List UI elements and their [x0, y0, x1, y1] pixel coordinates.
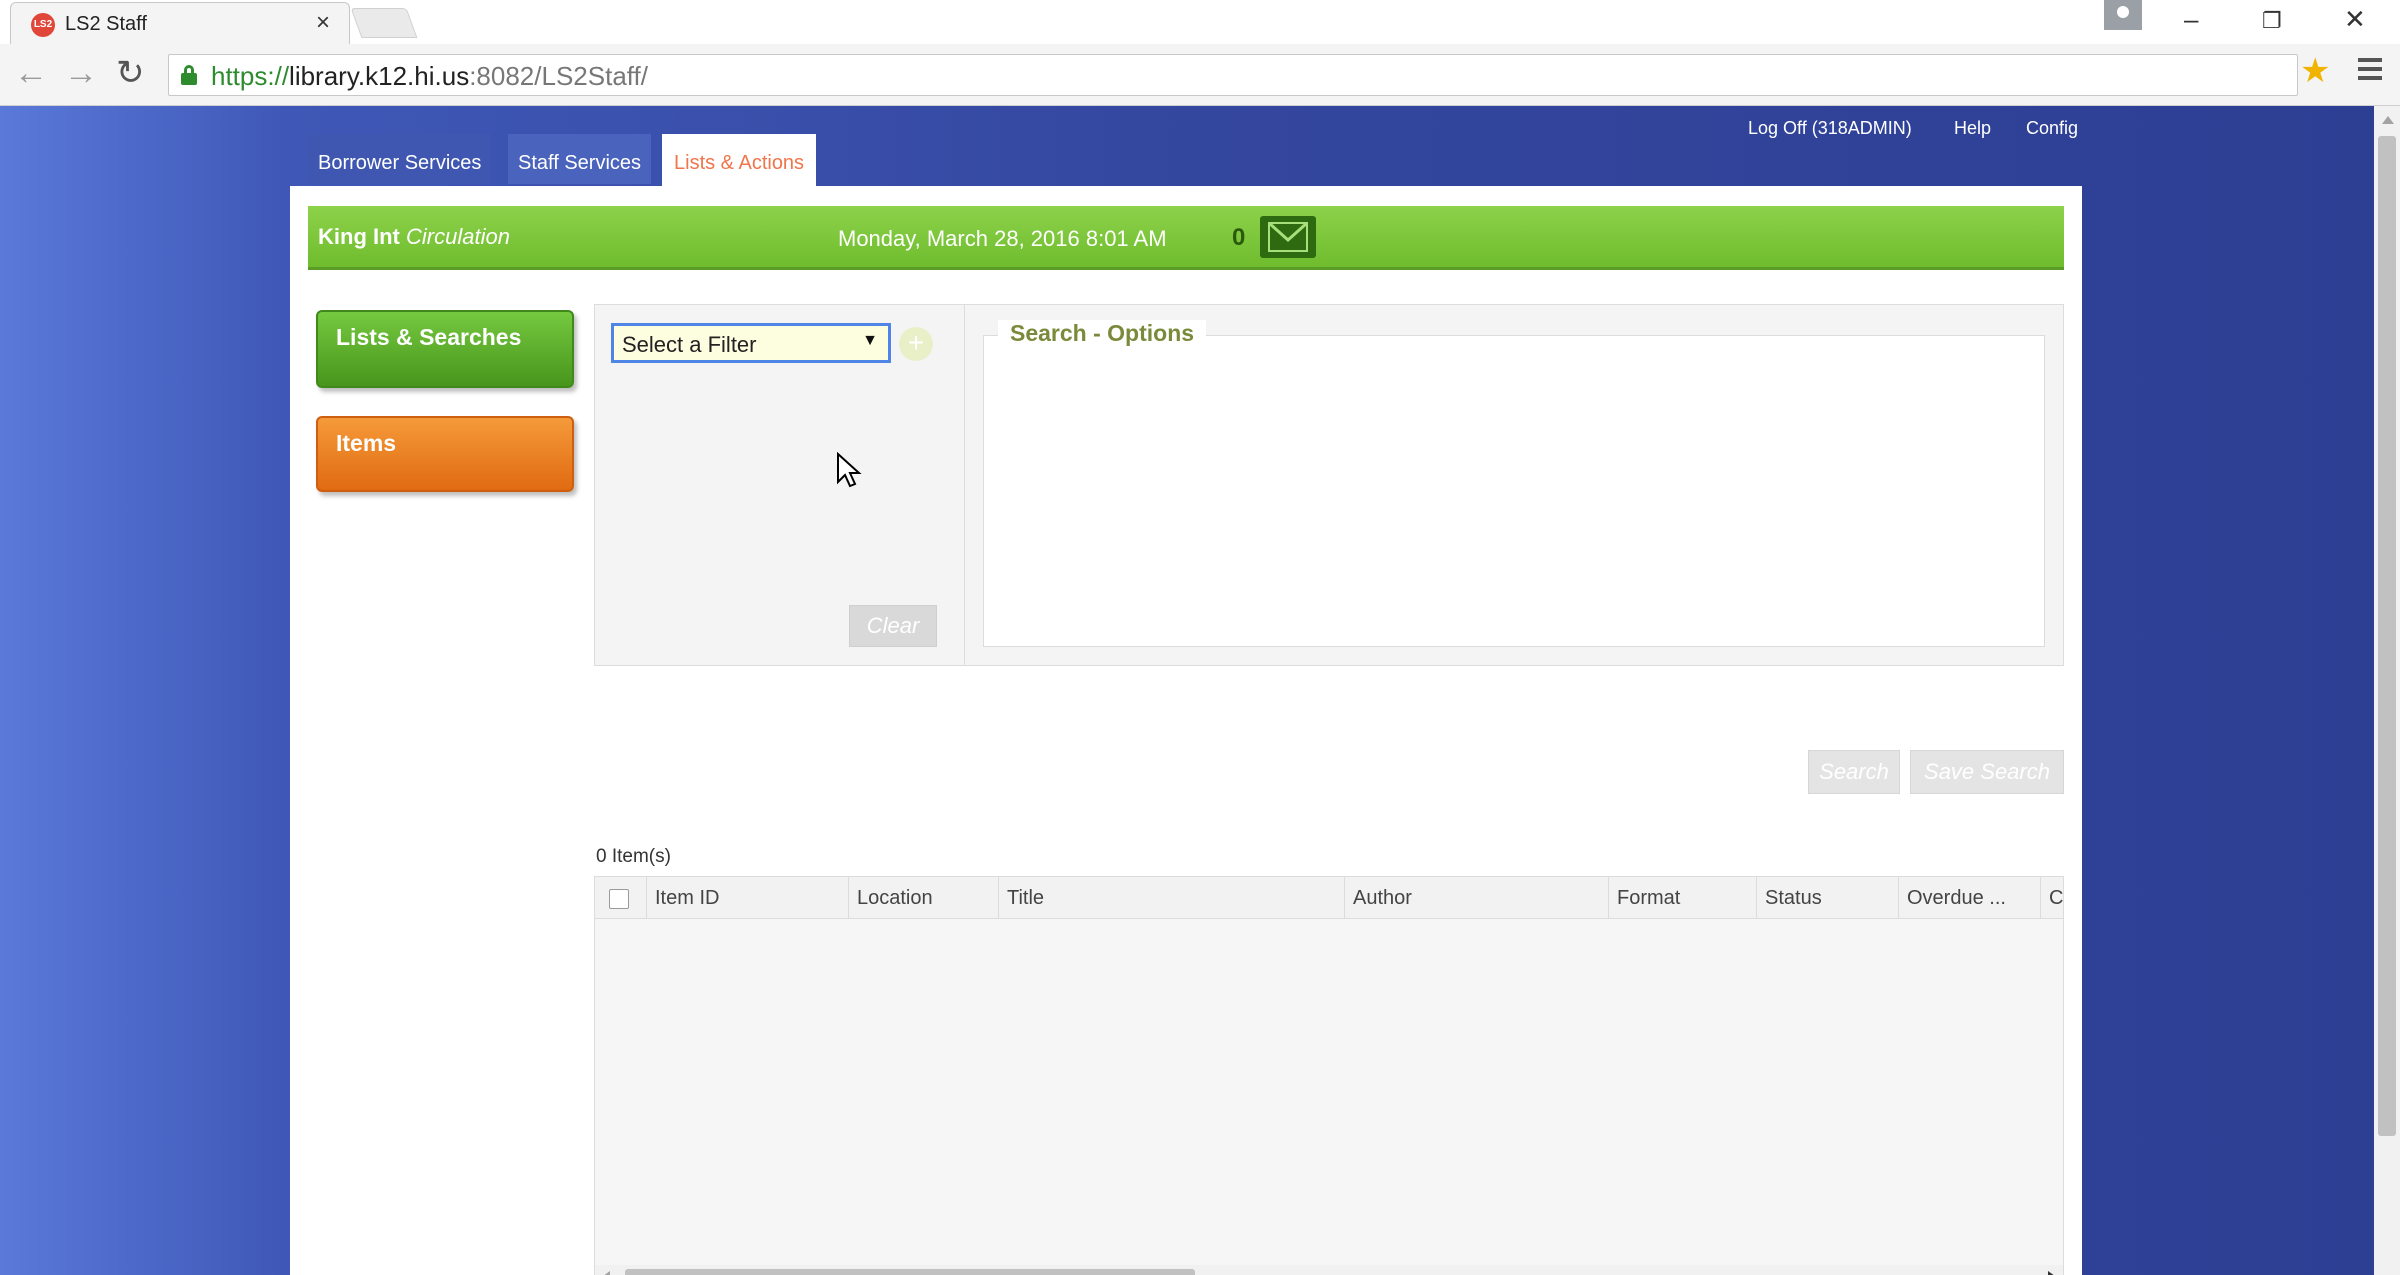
filter-column: Select a Filter ▼ + Clear: [595, 305, 965, 665]
scroll-right-icon[interactable]: [2048, 1271, 2055, 1275]
logoff-link[interactable]: Log Off (318ADMIN): [1748, 118, 1912, 139]
search-options-title: Search - Options: [998, 320, 1207, 347]
message-count: 0: [1232, 224, 1246, 251]
branch-label: King Int Circulation: [318, 224, 510, 250]
browser-tab[interactable]: LS2 LS2 Staff ×: [10, 2, 350, 44]
forward-icon[interactable]: →: [64, 56, 98, 90]
clear-button[interactable]: Clear: [849, 605, 937, 647]
status-bar: King Int Circulation Monday, March 28, 2…: [308, 206, 2064, 270]
tab-borrower-services[interactable]: Borrower Services: [308, 134, 492, 184]
item-count: 0 Item(s): [596, 846, 671, 867]
config-link[interactable]: Config: [2026, 118, 2078, 139]
page-viewport: Log Off (318ADMIN) Help Config Borrower …: [0, 106, 2374, 1275]
close-tab-icon[interactable]: ×: [316, 9, 330, 37]
module-name: Circulation: [406, 224, 510, 249]
scroll-up-icon[interactable]: [2382, 116, 2394, 124]
vertical-scroll-thumb[interactable]: [2378, 136, 2396, 1136]
url-scheme: https://: [211, 61, 290, 91]
vertical-scrollbar[interactable]: [2374, 106, 2400, 1275]
search-button[interactable]: Search: [1808, 750, 1900, 794]
lock-icon: [181, 65, 197, 85]
tab-staff-services[interactable]: Staff Services: [508, 134, 652, 184]
reload-icon[interactable]: ↻: [116, 56, 145, 90]
horizontal-scroll-thumb[interactable]: [625, 1269, 1195, 1275]
column-header-title[interactable]: Title: [999, 877, 1345, 919]
star-icon[interactable]: ★: [2300, 54, 2330, 88]
url-path: :8082/LS2Staff/: [469, 61, 648, 91]
dropdown-caret-icon: ▼: [862, 332, 878, 349]
minimize-icon[interactable]: –: [2184, 4, 2198, 35]
filter-select-value: Select a Filter: [622, 332, 757, 357]
items-button[interactable]: Items: [316, 416, 574, 492]
favicon-icon: LS2: [31, 13, 55, 37]
column-header-overdue[interactable]: Overdue ...: [1899, 877, 2041, 919]
browser-tab-bar: LS2 LS2 Staff × – ❐ ✕: [0, 0, 2400, 44]
scroll-left-icon[interactable]: [603, 1271, 610, 1275]
select-all-checkbox[interactable]: [609, 889, 629, 909]
back-icon[interactable]: ←: [14, 56, 48, 90]
search-options-box: Search - Options: [983, 320, 2045, 647]
column-header-format[interactable]: Format: [1609, 877, 1757, 919]
browser-toolbar: ← → ↻ https://library.k12.hi.us:8082/LS2…: [0, 44, 2400, 106]
browser-tab-title: LS2 Staff: [65, 13, 147, 35]
branch-name: King Int: [318, 224, 400, 249]
new-tab-button[interactable]: [350, 8, 418, 38]
profile-icon[interactable]: [2104, 0, 2142, 30]
url-text: https://library.k12.hi.us:8082/LS2Staff/: [211, 61, 648, 92]
content-panel: King Int Circulation Monday, March 28, 2…: [290, 186, 2082, 1275]
date-time: Monday, March 28, 2016 8:01 AM: [838, 226, 1167, 251]
column-header-item-id[interactable]: Item ID: [647, 877, 849, 919]
envelope-icon[interactable]: [1260, 216, 1316, 258]
plus-circle-icon[interactable]: +: [899, 327, 933, 361]
column-header-truncated[interactable]: C: [2041, 877, 2063, 919]
help-link[interactable]: Help: [1954, 118, 1991, 139]
save-search-button[interactable]: Save Search: [1910, 750, 2064, 794]
url-host: library.k12.hi.us: [289, 61, 470, 91]
hamburger-menu-icon[interactable]: [2358, 58, 2382, 85]
column-header-author[interactable]: Author: [1345, 877, 1609, 919]
address-bar[interactable]: https://library.k12.hi.us:8082/LS2Staff/: [168, 54, 2298, 96]
lists-searches-button[interactable]: Lists & Searches: [316, 310, 574, 388]
column-header-location[interactable]: Location: [849, 877, 999, 919]
results-grid: Item ID Location Title Author Format Sta…: [594, 876, 2064, 1275]
horizontal-scrollbar[interactable]: [595, 1265, 2063, 1275]
restore-icon[interactable]: ❐: [2262, 8, 2282, 34]
select-column: [595, 877, 647, 919]
filter-panel: Select a Filter ▼ + Clear Search - Optio…: [594, 304, 2064, 666]
column-header-status[interactable]: Status: [1757, 877, 1899, 919]
close-window-icon[interactable]: ✕: [2344, 4, 2366, 35]
grid-header: Item ID Location Title Author Format Sta…: [595, 877, 2063, 919]
filter-select[interactable]: Select a Filter ▼: [611, 323, 891, 363]
mouse-cursor-icon: [837, 452, 862, 488]
